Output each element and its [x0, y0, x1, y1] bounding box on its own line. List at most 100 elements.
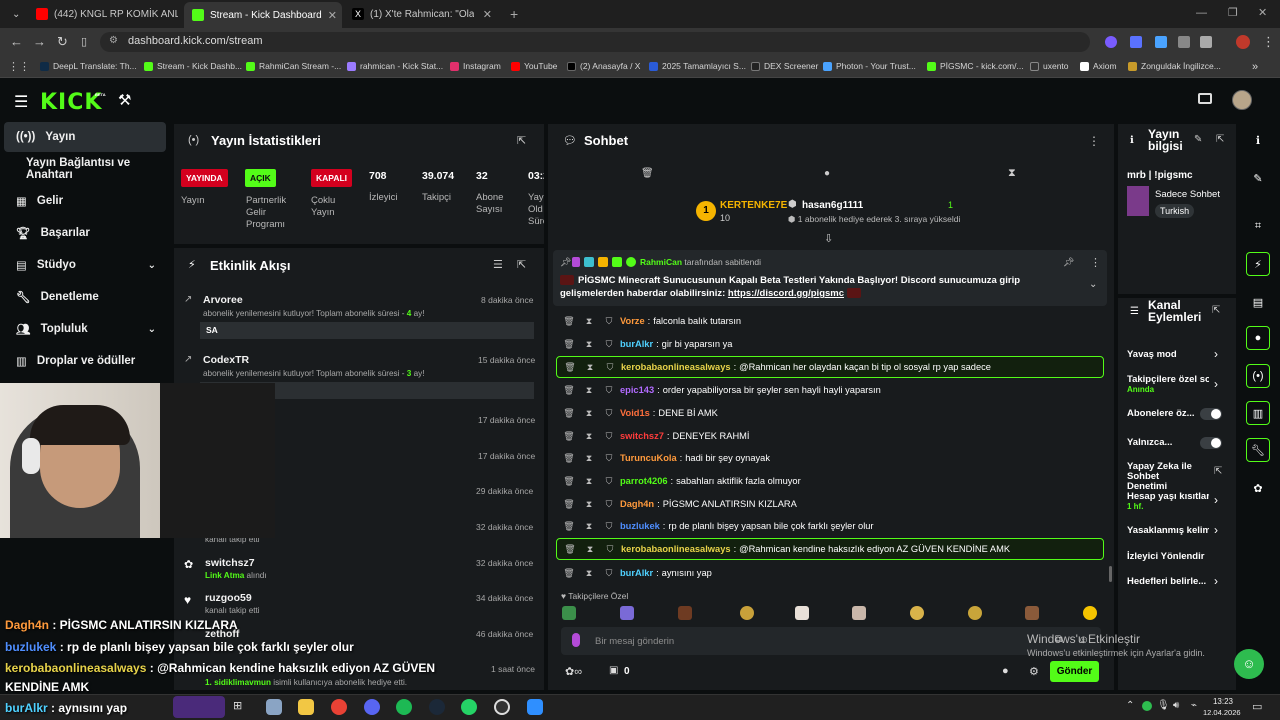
popout-icon[interactable]: ⇱: [1216, 134, 1224, 145]
maximize-button[interactable]: ❐: [1228, 6, 1238, 19]
sidebar-item-stream-key[interactable]: Yayın Bağlantısı ve Anahtarı: [4, 154, 174, 184]
tab-kick-dashboard[interactable]: Stream - Kick Dashboard ✕: [184, 2, 342, 28]
filter-icon[interactable]: ☰: [493, 258, 503, 271]
camera-icon[interactable]: [1198, 93, 1212, 104]
tab-x[interactable]: X (1) X'te Rahmican: "Olayı Bilenle ✕: [344, 4, 500, 24]
hourglass-icon[interactable]: ⧗: [582, 385, 596, 396]
chat-message[interactable]: 🗑︎ ⧗ ⛉ epic143: order yapabiliyorsa bir şey…: [556, 380, 1104, 400]
chevron-right-icon[interactable]: ›: [1214, 347, 1218, 361]
bookmark-2025[interactable]: 2025 Tamamlayıcı S...: [649, 61, 746, 71]
shield-icon[interactable]: ⛉: [602, 316, 616, 327]
shield-icon[interactable]: ⛉: [602, 385, 616, 396]
microphone-icon[interactable]: 🎙︎: [1157, 700, 1170, 711]
hourglass-icon[interactable]: ⧗: [1008, 167, 1016, 180]
edit-icon[interactable]: ✎: [1194, 134, 1202, 145]
network-icon[interactable]: ⌁: [1191, 700, 1197, 711]
trash-icon[interactable]: 🗑︎: [562, 453, 576, 464]
chat-message[interactable]: 🗑︎ ⧗ ⛉ buzlukek: rp de planlı bişey yapsan …: [556, 516, 1104, 536]
spotify-icon[interactable]: [396, 699, 412, 715]
hourglass-icon[interactable]: ⧗: [583, 544, 597, 555]
shield-icon[interactable]: ⛉: [602, 339, 616, 350]
chat-message[interactable]: 🗑︎ ⧗ ⛉ Dagh4n: PİGSMC ANLATIRSIN KIZLARA: [556, 494, 1104, 514]
chat-username[interactable]: Void1s: [620, 408, 650, 418]
emote-icon[interactable]: [1025, 606, 1039, 620]
new-tab-button[interactable]: +: [502, 4, 524, 24]
support-chat-icon[interactable]: ☺: [1234, 649, 1264, 679]
forward-icon[interactable]: →: [33, 34, 46, 49]
followers-only-mode-label[interactable]: Takipçilere özel so: [1127, 374, 1209, 385]
hammer-icon[interactable]: ⚒: [118, 91, 131, 109]
activity-user[interactable]: CodexTR: [203, 354, 249, 366]
chat-username[interactable]: burAlkr: [620, 568, 653, 578]
bookmark-photon[interactable]: Photon - Your Trust...: [823, 61, 916, 71]
broadcast-icon[interactable]: (•): [1246, 364, 1270, 388]
ai-moderation-label[interactable]: Yapay Zeka ile Sohbet Denetimi: [1127, 462, 1197, 492]
gear-icon[interactable]: ⚙: [1029, 665, 1039, 678]
layout-icon[interactable]: ▥: [1246, 401, 1270, 425]
trash-icon[interactable]: 🗑︎: [562, 408, 576, 419]
chevron-right-icon[interactable]: ›: [1214, 493, 1218, 507]
user-avatar[interactable]: [1232, 90, 1252, 110]
hourglass-icon[interactable]: ⧗: [582, 431, 596, 442]
shield-icon[interactable]: ⛉: [602, 453, 616, 464]
chat-username[interactable]: parrot4206: [620, 476, 668, 486]
hourglass-icon[interactable]: ⧗: [582, 568, 596, 579]
bookmark-deepl[interactable]: DeepL Translate: Th...: [40, 61, 137, 71]
sidebar-item-gelir[interactable]: ▦ Gelir: [4, 186, 166, 216]
minimize-button[interactable]: —: [1196, 7, 1207, 19]
slow-mode-label[interactable]: Yavaş mod: [1127, 349, 1177, 360]
category-name[interactable]: Sadece Sohbet: [1155, 189, 1220, 200]
discord-icon[interactable]: [364, 699, 380, 715]
wrench-icon[interactable]: 🔧︎: [1246, 438, 1270, 462]
emote-only-toggle[interactable]: [1200, 437, 1222, 449]
popout-icon[interactable]: ⇱: [1212, 305, 1220, 316]
more-options-icon[interactable]: ⋮: [1088, 134, 1100, 148]
trash-icon[interactable]: 🗑︎: [562, 316, 576, 327]
bookmark-kick-dashboard[interactable]: Stream - Kick Dashb...: [144, 61, 242, 71]
chat-bubble-icon[interactable]: ●: [824, 168, 830, 179]
chevron-right-icon[interactable]: ›: [1214, 574, 1218, 588]
reload-icon[interactable]: ↻: [57, 34, 68, 50]
obs-icon[interactable]: [494, 699, 510, 715]
trash-icon[interactable]: 🗑︎: [562, 385, 576, 396]
emote-icon[interactable]: [740, 606, 754, 620]
shield-icon[interactable]: [1178, 36, 1190, 48]
edit-icon[interactable]: ✎: [1246, 166, 1270, 190]
url-field[interactable]: ⚙ dashboard.kick.com/stream: [100, 32, 1090, 52]
hourglass-icon[interactable]: ⧗: [583, 362, 597, 373]
chat-scrollbar[interactable]: [1109, 566, 1112, 582]
sidebar-item-droplar[interactable]: ▥ Droplar ve ödüller: [4, 346, 166, 376]
site-info-icon[interactable]: ⚙: [109, 35, 118, 46]
chevron-right-icon[interactable]: ›: [1214, 523, 1218, 537]
extension-icon[interactable]: [1105, 36, 1117, 48]
bookmark-axiom[interactable]: Axiom: [1080, 61, 1117, 71]
emote-icon[interactable]: [562, 606, 576, 620]
bookmark-x-home[interactable]: (2) Anasayfa / X: [567, 61, 640, 71]
volume-icon[interactable]: 🔊︎: [1173, 700, 1179, 711]
community-icon[interactable]: ✿: [1246, 476, 1270, 500]
emote-icon[interactable]: [678, 606, 692, 620]
hamburger-menu-icon[interactable]: ☰: [14, 92, 28, 112]
trash-icon[interactable]: 🗑︎: [562, 431, 576, 442]
trash-icon[interactable]: 🗑︎: [562, 339, 576, 350]
chat-bubble-icon[interactable]: ●: [1002, 665, 1009, 677]
emote-icon[interactable]: [852, 606, 866, 620]
close-icon[interactable]: ✕: [328, 9, 337, 22]
unpin-icon[interactable]: 📌︎: [1063, 257, 1074, 268]
chat-message-highlighted[interactable]: 🗑︎ ⧗ ⛉ kerobabaonlineasalways: @Rahmican ke…: [556, 538, 1104, 560]
leaderboard-user[interactable]: hasan6g1111: [802, 200, 863, 211]
emote-icon[interactable]: [620, 606, 634, 620]
trash-icon[interactable]: 🗑︎: [562, 568, 576, 579]
profile-avatar[interactable]: [1236, 35, 1250, 49]
tab-youtube[interactable]: (442) KNGL RP KOMİK ANLAR ✕: [28, 4, 178, 24]
chat-message[interactable]: 🗑︎ ⧗ ⛉ TuruncuKola: hadi bir şey oynayak: [556, 448, 1104, 468]
shield-icon[interactable]: ⛉: [602, 499, 616, 510]
hourglass-icon[interactable]: ⧗: [582, 316, 596, 327]
bookmark-zonguldak[interactable]: Zonguldak İngilizce...: [1128, 61, 1221, 71]
activity-user[interactable]: ruzgoo59: [205, 592, 252, 604]
subscribers-only-toggle[interactable]: [1200, 408, 1222, 420]
bookmark-pigsmc[interactable]: PİGSMC - kick.com/...: [927, 61, 1024, 71]
activity-user[interactable]: Arvoree: [203, 294, 243, 306]
notifications-icon[interactable]: ▭: [1252, 700, 1262, 713]
hourglass-icon[interactable]: ⧗: [582, 476, 596, 487]
